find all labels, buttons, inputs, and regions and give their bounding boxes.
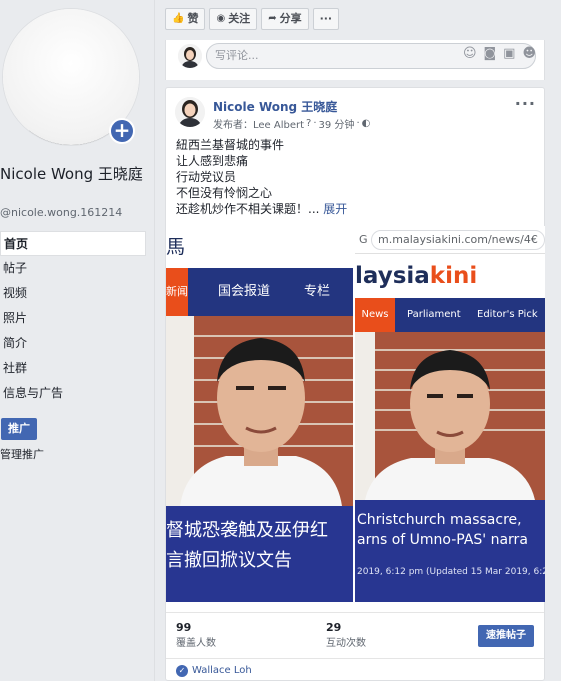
engagement-value: 29 — [326, 621, 342, 634]
post-line: 还趁机炒作不相关课题！... 展开 — [176, 201, 347, 217]
mk-headline: Christchurch massacre, arns of Umno-PAS'… — [355, 500, 545, 602]
column-tab: 专栏 — [304, 284, 331, 299]
page-sidebar: + Nicole Wong 王晓庭 @nicole.wong.161214 首页… — [0, 0, 152, 681]
post-insights: 99 覆盖人数 29 互动次数 速推帖子 — [166, 612, 544, 652]
share-button[interactable]: ➦ 分享 — [261, 8, 309, 30]
like-page-button[interactable]: 👍 赞 — [165, 8, 206, 30]
globe-icon: ◐ — [361, 118, 371, 129]
engagement-stat: 29 互动次数 — [326, 621, 366, 649]
nav-item-videos[interactable]: 视频 — [0, 281, 146, 306]
post-meta: 发布者：Lee Albert ? · 39 分钟 · ◐ — [213, 116, 370, 131]
share-arrow-icon: ➦ — [268, 13, 277, 24]
like-reaction-icon: ✓ — [176, 664, 188, 677]
news-tab: 新闻 — [166, 268, 188, 316]
feed-post: Nicole Wong 王晓庭 发布者：Lee Albert ? · 39 分钟… — [165, 87, 545, 681]
main-feed: 👍 赞 ◉ 关注 ➦ 分享 ··· 写评论... ☺ ◙ ▣ ☻ Nicole … — [154, 0, 561, 681]
mk-date: 2019, 6:12 pm (Updated 15 Mar 2019, 6:21 — [357, 567, 545, 577]
meta-separator: ? — [306, 118, 312, 129]
boost-post-button[interactable]: 速推帖子 — [478, 625, 534, 647]
post-author-avatar[interactable] — [175, 97, 205, 127]
post-image-right[interactable]: G m.malaysiakini.com/news/4€ laysiakini … — [355, 226, 545, 602]
nav-item-posts[interactable]: 帖子 — [0, 256, 146, 281]
page-name: Nicole Wong 王晓庭 — [0, 165, 143, 183]
meta-dot: · — [313, 118, 317, 129]
post-line: 让人感到悲痛 — [176, 154, 249, 168]
camera-icon[interactable]: ◙ — [484, 46, 497, 61]
post-line: 紐西兰基督城的事件 — [176, 138, 285, 152]
nav-item-info-ads[interactable]: 信息与广告 — [0, 381, 146, 406]
comment-tools: ☺ ◙ ▣ ☻ — [463, 46, 536, 61]
page-action-bar: 👍 赞 ◉ 关注 ➦ 分享 ··· — [165, 8, 343, 30]
malaysiakini-logo: laysiakini — [355, 256, 477, 296]
follow-label: 关注 — [228, 12, 251, 25]
post-text: 紐西兰基督城的事件 让人感到悲痛 行动党议员 不但没有怜悯之心 还趁机炒作不相关… — [176, 137, 347, 217]
url-text: m.malaysiakini.com/news/4€ — [371, 230, 545, 250]
published-by: 发布者：Lee Albert — [213, 120, 305, 131]
post-line: 不但没有怜悯之心 — [176, 186, 273, 200]
nav-item-about[interactable]: 简介 — [0, 331, 146, 356]
news-nav-bar: 新闻 国会报道 专栏 — [166, 268, 353, 316]
headline-line: 督城恐袭触及巫伊红 — [166, 520, 328, 541]
news-brand-text: 馬 — [166, 236, 186, 258]
mk-headline-line: arns of Umno-PAS' narra — [357, 532, 528, 548]
mk-headline-line: Christchurch massacre, — [357, 512, 522, 528]
logo-part-b: kini — [429, 263, 478, 289]
post-time[interactable]: 39 分钟 — [319, 116, 355, 131]
post-line: 行动党议员 — [176, 170, 237, 184]
manage-promotions-link[interactable]: 管理推广 — [0, 446, 44, 462]
parliament-tab: 国会报道 — [218, 284, 271, 299]
sticker-icon[interactable]: ☻ — [522, 46, 536, 61]
mk-tab-news: News — [355, 298, 395, 332]
rss-icon: ◉ — [216, 13, 226, 24]
page-nav: 首页 帖子 视频 照片 简介 社群 信息与广告 — [0, 231, 146, 406]
mk-tab-editors-pick: Editor's Pick — [477, 309, 538, 320]
post-options-icon[interactable]: ··· — [515, 94, 536, 113]
comment-composer: 写评论... ☺ ◙ ▣ ☻ — [165, 40, 545, 80]
meta-dot-2: · — [356, 118, 360, 129]
post-line-text: 还趁机炒作不相关课题！... — [176, 202, 320, 216]
news-headline: 督城恐袭触及巫伊红 言撤回掀议文告 — [166, 506, 353, 602]
headline-line: 言撤回掀议文告 — [166, 550, 292, 571]
mk-tab-parliament: Parliament — [407, 309, 461, 320]
more-options-button[interactable]: ··· — [312, 8, 340, 30]
mk-news-photo — [355, 332, 545, 500]
nav-item-home[interactable]: 首页 — [0, 231, 146, 256]
reactions-row[interactable]: ✓ Wallace Loh — [166, 658, 544, 681]
add-photo-icon[interactable]: + — [109, 118, 135, 144]
nav-item-community[interactable]: 社群 — [0, 356, 146, 381]
reach-label: 覆盖人数 — [176, 638, 216, 649]
expand-link[interactable]: 展开 — [323, 202, 347, 216]
promote-button[interactable]: 推广 — [1, 418, 37, 440]
nav-item-photos[interactable]: 照片 — [0, 306, 146, 331]
follow-button[interactable]: ◉ 关注 — [209, 8, 258, 30]
post-image-left[interactable]: 馬 新闻 国会报道 专栏 督城恐袭触及巫伊红 言撤回掀议文告 — [166, 226, 353, 602]
gif-icon[interactable]: ▣ — [503, 46, 515, 61]
reach-stat: 99 覆盖人数 — [176, 621, 216, 649]
share-label: 分享 — [279, 12, 302, 25]
thumbs-up-icon: 👍 — [172, 13, 185, 24]
commenter-avatar — [178, 44, 202, 68]
mk-nav-bar: News Parliament Editor's Pick — [355, 298, 545, 332]
post-author-name[interactable]: Nicole Wong 王晓庭 — [213, 98, 337, 115]
engagement-label: 互动次数 — [326, 638, 366, 649]
news-photo — [166, 316, 353, 506]
reach-value: 99 — [176, 621, 192, 634]
browser-url-bar: G m.malaysiakini.com/news/4€ — [355, 226, 545, 254]
logo-part-a: laysia — [355, 263, 430, 289]
page-handle[interactable]: @nicole.wong.161214 — [0, 206, 122, 219]
url-prefix: G — [359, 233, 368, 246]
like-label: 赞 — [187, 12, 199, 25]
emoji-icon[interactable]: ☺ — [463, 46, 477, 61]
liker-name[interactable]: Wallace Loh — [192, 660, 252, 681]
